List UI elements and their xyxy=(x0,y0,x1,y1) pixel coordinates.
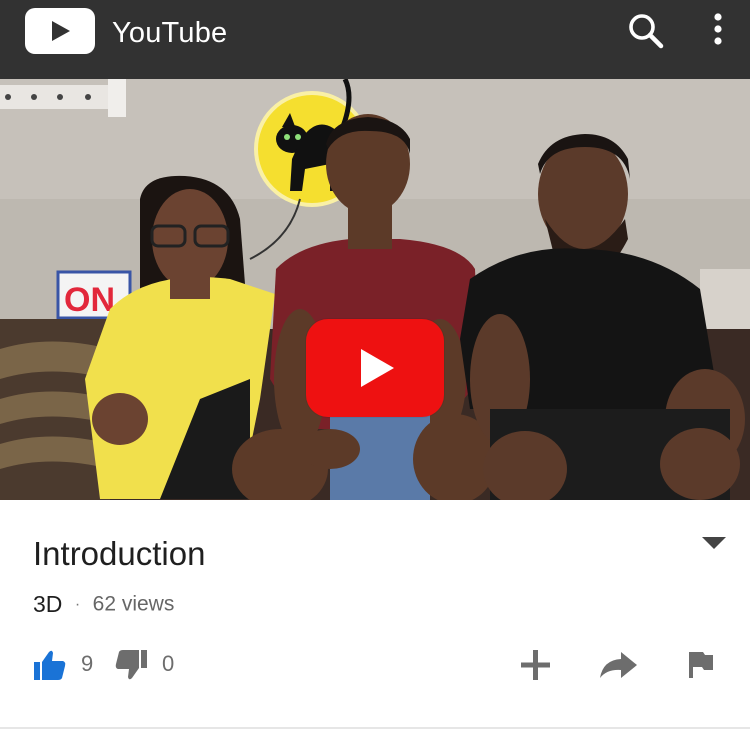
share-button[interactable] xyxy=(597,644,639,684)
search-button[interactable] xyxy=(623,8,669,54)
more-vert-icon xyxy=(714,13,722,45)
app-bar: YouTube xyxy=(0,0,750,79)
add-to-playlist-button[interactable] xyxy=(518,644,554,684)
dislike-count: 0 xyxy=(162,651,175,676)
report-button[interactable] xyxy=(686,644,716,684)
search-icon xyxy=(629,14,664,49)
more-options-button[interactable] xyxy=(700,8,736,54)
logo-play-icon xyxy=(52,21,70,41)
channel-name[interactable]: 3D xyxy=(33,591,62,617)
thumb-up-icon xyxy=(34,650,66,680)
thumb-down-icon xyxy=(115,650,147,680)
play-button[interactable] xyxy=(306,319,444,417)
expand-more-icon xyxy=(702,537,726,549)
video-player[interactable]: ON xyxy=(0,79,750,500)
add-to-playlist-icon xyxy=(521,650,550,680)
play-icon xyxy=(361,349,394,387)
app-title: YouTube xyxy=(112,17,228,49)
flag-icon xyxy=(689,652,713,678)
meta-separator: · xyxy=(74,595,81,613)
video-title: Introduction xyxy=(33,535,206,572)
dislike-button[interactable]: 0 xyxy=(114,644,184,684)
video-meta: 3D · 62 views xyxy=(33,591,174,621)
like-count: 9 xyxy=(81,651,94,676)
youtube-logo-icon[interactable] xyxy=(25,8,95,54)
share-icon xyxy=(600,652,637,678)
view-count: 62 views xyxy=(92,592,175,616)
like-button[interactable]: 9 xyxy=(33,644,108,684)
video-thumbnail: ON xyxy=(0,79,750,500)
expand-description-button[interactable] xyxy=(701,535,727,551)
on-sign-text: ON xyxy=(64,281,115,319)
bottom-divider xyxy=(0,727,750,729)
